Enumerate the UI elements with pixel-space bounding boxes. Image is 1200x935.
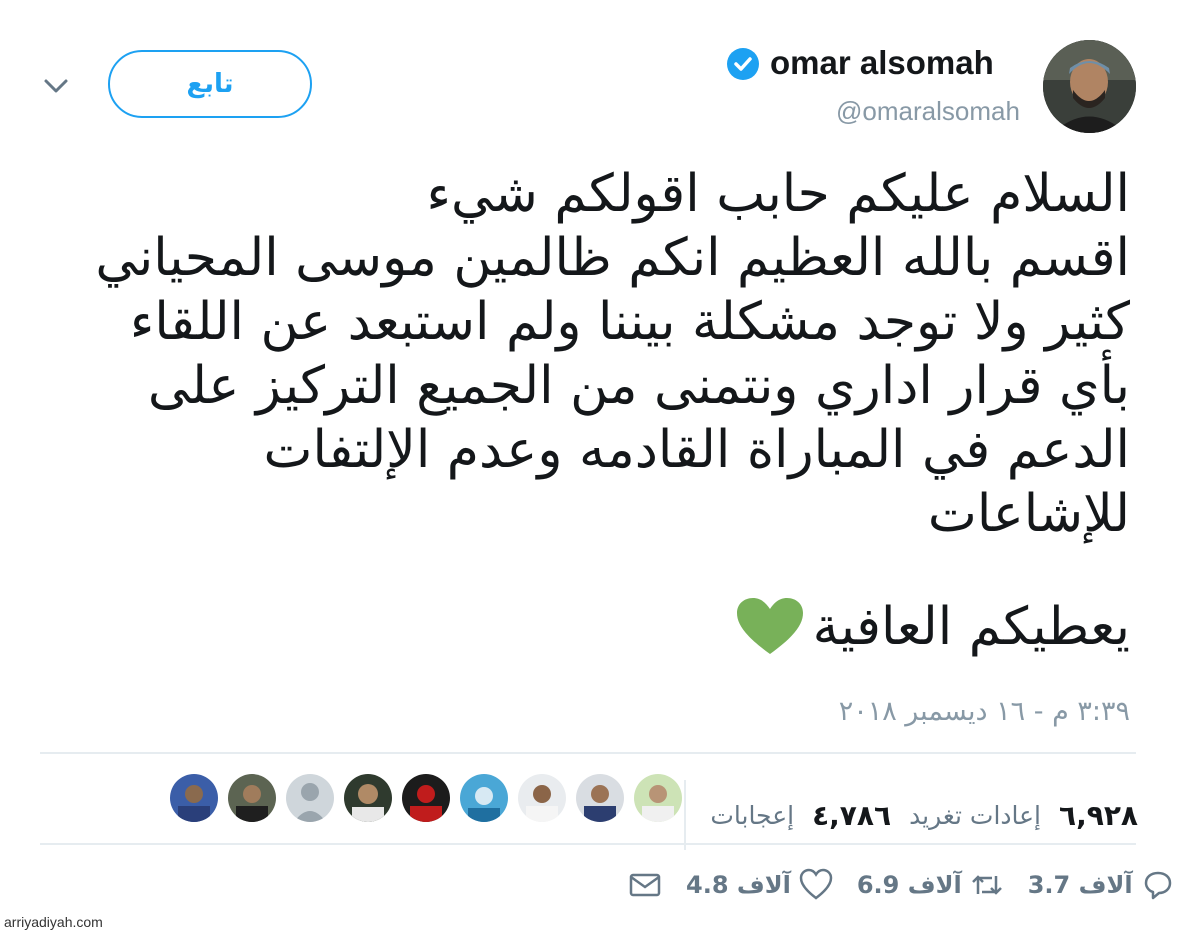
user-handle[interactable]: @omaralsomah: [836, 96, 1020, 127]
liker-avatar[interactable]: [344, 774, 392, 822]
chevron-down-icon[interactable]: [40, 70, 72, 102]
divider: [40, 843, 1136, 845]
watermark: arriyadiyah.com: [4, 914, 103, 930]
tweet-closing-text: يعطيكم العافية: [812, 597, 1130, 657]
reply-count: 3.7 آلاف: [1027, 871, 1133, 899]
retweets-count[interactable]: ٦,٩٢٨: [1059, 799, 1138, 832]
retweet-icon: [971, 875, 1002, 895]
tweet-line: للإشاعات: [927, 484, 1130, 544]
liker-avatar[interactable]: [228, 774, 276, 822]
tweet-line: كثير ولا توجد مشكلة بيننا ولم استبعد عن …: [129, 292, 1130, 352]
liker-avatar[interactable]: [402, 774, 450, 822]
likes-count[interactable]: ٤,٧٨٦: [812, 799, 891, 832]
tweet-line: السلام عليكم حابب اقولكم شيء: [426, 164, 1131, 224]
liker-avatar[interactable]: [460, 774, 508, 822]
reply-icon: [1144, 871, 1171, 900]
liker-avatar[interactable]: [518, 774, 566, 822]
liker-avatars: [170, 774, 682, 822]
retweet-action[interactable]: 6.9 آلاف: [857, 868, 1004, 902]
follow-button[interactable]: تابع: [108, 50, 312, 118]
tweet-closing-line: يعطيكم العافية: [735, 596, 1130, 658]
display-name[interactable]: omar alsomah: [770, 44, 994, 82]
stats-divider: [684, 780, 687, 850]
heart-outline-icon: [799, 868, 833, 900]
retweet-count: 6.9 آلاف: [856, 871, 962, 899]
verified-badge-icon: [727, 48, 759, 80]
tweet-line: بأي قرار اداري ونتمنى من الجميع التركيز …: [147, 356, 1130, 416]
reply-action[interactable]: 3.7 آلاف: [1028, 868, 1175, 902]
likes-label[interactable]: إعجابات: [710, 801, 794, 830]
like-count: 4.8 آلاف: [686, 871, 791, 899]
liker-avatar[interactable]: [286, 774, 334, 822]
retweets-label[interactable]: إعادات تغريد: [909, 801, 1041, 830]
liker-avatar[interactable]: [576, 774, 624, 822]
tweet-text: السلام عليكم حابب اقولكم شيء اقسم بالله …: [30, 162, 1130, 546]
liker-avatar[interactable]: [634, 774, 682, 822]
divider: [40, 752, 1136, 754]
tweet-line: اقسم بالله العظيم انكم ظالمين موسى المحي…: [95, 228, 1130, 288]
tweet-actions: 4.8 آلاف 6.9 آلاف 3.7 آلاف: [628, 868, 1199, 902]
message-action[interactable]: [628, 868, 662, 902]
green-heart-icon: [736, 598, 803, 654]
like-action[interactable]: 4.8 آلاف: [686, 868, 833, 902]
liker-avatar[interactable]: [170, 774, 218, 822]
tweet-stats: ٦,٩٢٨ إعادات تغريد ٤,٧٨٦ إعجابات: [678, 780, 1138, 850]
tweet-line: الدعم في المباراة القادمه وعدم الإلتفات: [263, 420, 1130, 480]
envelope-icon: [629, 873, 661, 897]
avatar[interactable]: [1043, 40, 1136, 133]
tweet-timestamp[interactable]: ٣:٣٩ م - ١٦ ديسمبر ٢٠١٨: [839, 696, 1130, 727]
